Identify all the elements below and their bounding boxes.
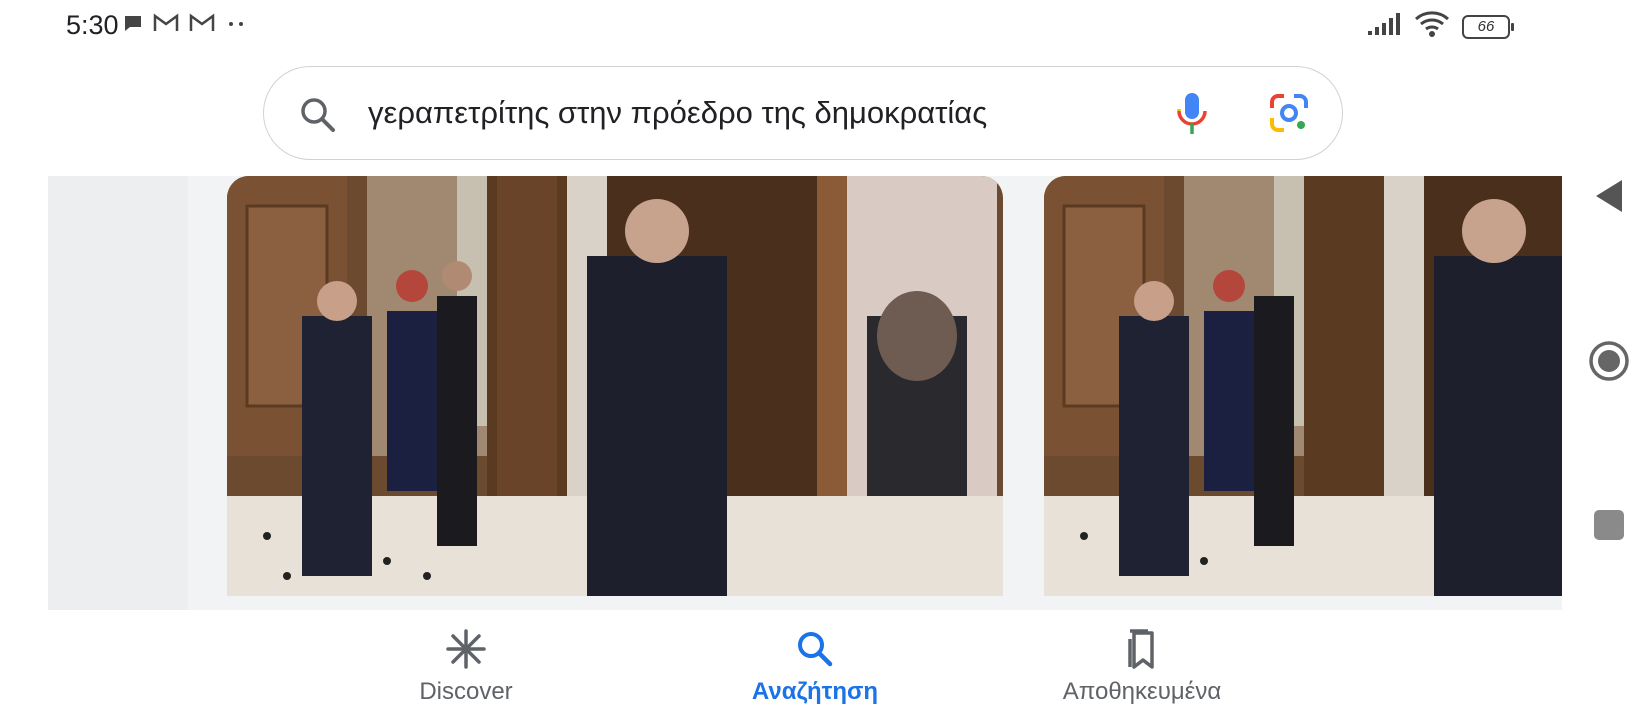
tab-discover-label: Discover [419,678,513,705]
recents-icon[interactable] [1594,510,1624,540]
notification-icons [122,12,248,39]
asterisk-icon [445,628,487,677]
home-icon[interactable] [1588,340,1630,387]
search-input[interactable] [368,95,1168,131]
gmail-icon [188,12,216,39]
battery-icon: 66 [1462,14,1514,39]
image-results-area [48,176,1562,610]
result-image-2[interactable] [1044,176,1562,596]
search-bar[interactable] [263,66,1343,160]
tab-saved-label: Αποθηκευμένα [1062,678,1222,705]
more-dots-icon [224,12,248,39]
left-panel [48,176,188,610]
gmail-icon [152,12,180,39]
search-icon [298,95,338,140]
google-lens-icon[interactable] [1268,92,1310,139]
tab-discover[interactable]: Discover [386,626,546,706]
status-time: 5:30 [66,10,119,40]
mic-icon[interactable] [1174,91,1210,142]
back-icon[interactable] [1594,178,1624,219]
signal-icon [1366,11,1402,42]
status-bar: 5:30 66 [0,0,1650,52]
bookmarks-icon [1122,627,1162,678]
result-image-1[interactable] [227,176,1003,596]
system-status-icons: 66 [1366,10,1514,43]
chat-icon [122,12,144,39]
tab-saved[interactable]: Αποθηκευμένα [1042,626,1242,706]
bottom-navigation: Discover Αναζήτηση Αποθηκευμένα [0,612,1650,720]
tab-search-label: Αναζήτηση [751,678,879,705]
tab-search[interactable]: Αναζήτηση [735,626,895,706]
search-icon [795,629,835,676]
wifi-icon [1414,10,1450,43]
